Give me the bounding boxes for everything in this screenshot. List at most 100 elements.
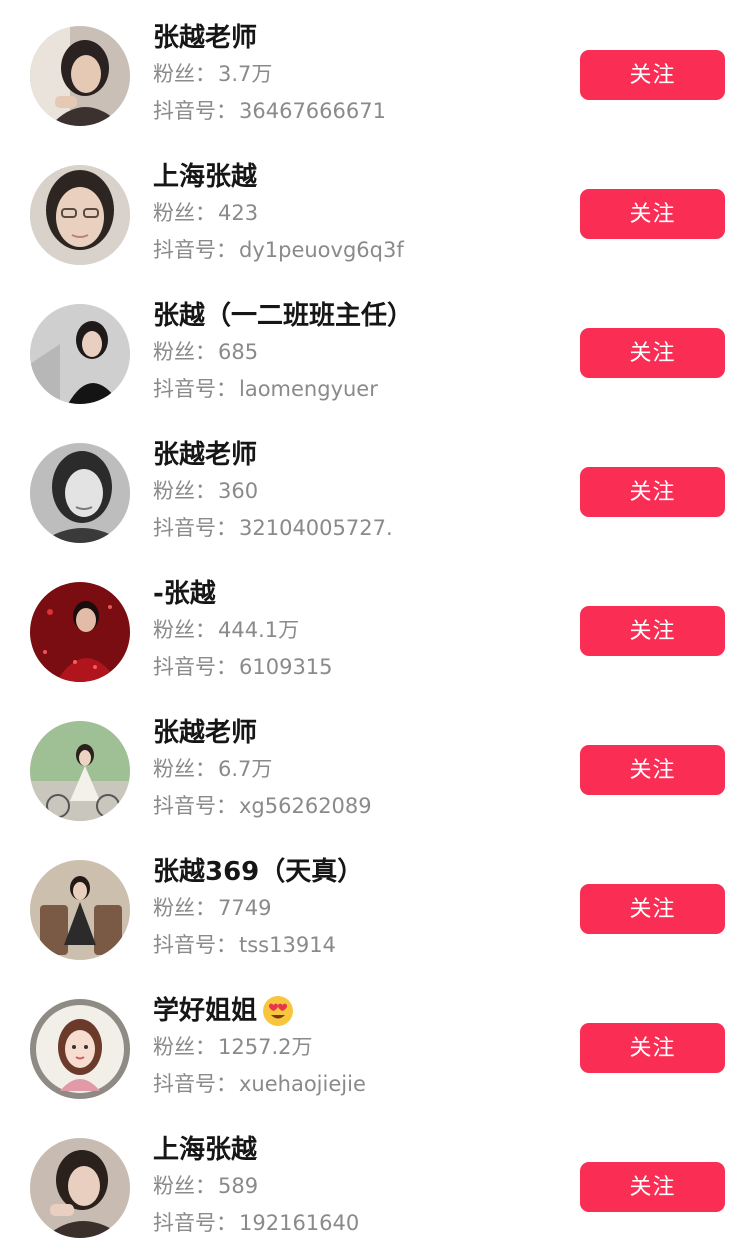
avatar[interactable] — [30, 304, 130, 404]
douyin-id-label: 抖音号： — [153, 1072, 237, 1096]
fans-count: 粉丝：7749 — [153, 890, 553, 927]
fans-value: 6.7万 — [218, 757, 273, 781]
douyin-id: 抖音号：xg56262089 — [153, 788, 553, 825]
user-name: 张越369（天真） — [153, 857, 364, 887]
user-row[interactable]: 张越（一二班班主任） 粉丝：685 抖音号：laomengyuer 关注 — [0, 278, 750, 417]
avatar[interactable] — [30, 582, 130, 682]
woman-selfie-icon — [30, 165, 130, 265]
user-info: -张越 粉丝：444.1万 抖音号：6109315 — [153, 576, 553, 686]
avatar[interactable] — [30, 443, 130, 543]
woman-chair-icon — [30, 860, 130, 960]
douyin-id: 抖音号：32104005727. — [153, 510, 553, 547]
fans-count: 粉丝：685 — [153, 334, 553, 371]
douyin-id-value: 36467666671 — [239, 99, 386, 123]
douyin-id: 抖音号：xuehaojiejie — [153, 1066, 553, 1103]
user-row[interactable]: 张越369（天真） 粉丝：7749 抖音号：tss13914 关注 — [0, 834, 750, 973]
user-name: 张越（一二班班主任） — [153, 301, 414, 331]
avatar[interactable] — [30, 26, 130, 126]
follow-button[interactable]: 关注 — [580, 467, 725, 517]
follow-button[interactable]: 关注 — [580, 1023, 725, 1073]
user-name: 学好姐姐 — [153, 996, 258, 1026]
douyin-id-label: 抖音号： — [153, 377, 237, 401]
douyin-id-value: tss13914 — [239, 933, 336, 957]
fans-label: 粉丝： — [153, 618, 216, 642]
woman-grayscale-icon — [30, 443, 130, 543]
avatar[interactable] — [30, 721, 130, 821]
user-row[interactable]: 学好姐姐 粉丝：1257.2万 抖音号：xuehaojiejie 关注 — [0, 973, 750, 1112]
user-info: 上海张越 粉丝：423 抖音号：dy1peuovg6q3f — [153, 159, 553, 269]
user-name: 张越老师 — [153, 440, 258, 470]
fans-value: 685 — [218, 340, 259, 364]
follow-button[interactable]: 关注 — [580, 328, 725, 378]
douyin-id-label: 抖音号： — [153, 794, 237, 818]
follow-button[interactable]: 关注 — [580, 1162, 725, 1212]
woman-portrait-icon — [30, 26, 130, 126]
cartoon-girl-icon — [30, 999, 130, 1099]
user-row[interactable]: 张越老师 粉丝：3.7万 抖音号：36467666671 关注 — [0, 0, 750, 139]
avatar[interactable] — [30, 999, 130, 1099]
fans-value: 7749 — [218, 896, 272, 920]
douyin-id-value: xuehaojiejie — [239, 1072, 366, 1096]
avatar[interactable] — [30, 165, 130, 265]
fans-label: 粉丝： — [153, 757, 216, 781]
fans-label: 粉丝： — [153, 340, 216, 364]
douyin-id-label: 抖音号： — [153, 99, 237, 123]
user-info: 张越（一二班班主任） 粉丝：685 抖音号：laomengyuer — [153, 298, 553, 408]
fans-count: 粉丝：3.7万 — [153, 56, 553, 93]
woman-resting-icon — [30, 1138, 130, 1238]
avatar[interactable] — [30, 860, 130, 960]
fans-count: 粉丝：423 — [153, 195, 553, 232]
fans-value: 589 — [218, 1174, 259, 1198]
fans-value: 1257.2万 — [218, 1035, 313, 1059]
fans-count: 粉丝：589 — [153, 1168, 553, 1205]
douyin-id-value: 32104005727. — [239, 516, 393, 540]
woman-staircase-icon — [30, 304, 130, 404]
douyin-id-label: 抖音号： — [153, 516, 237, 540]
user-name: 张越老师 — [153, 23, 258, 53]
douyin-id-label: 抖音号： — [153, 933, 237, 957]
user-name: 张越老师 — [153, 718, 258, 748]
user-row[interactable]: 张越老师 粉丝：6.7万 抖音号：xg56262089 关注 — [0, 695, 750, 834]
man-red-backdrop-icon — [30, 582, 130, 682]
woman-bicycle-icon — [30, 721, 130, 821]
heart-eyes-emoji-icon — [263, 996, 294, 1026]
fans-label: 粉丝： — [153, 1174, 216, 1198]
douyin-id-value: 192161640 — [239, 1211, 360, 1235]
user-name-row: 学好姐姐 — [153, 993, 553, 1029]
user-info: 学好姐姐 粉丝：1257.2万 抖音号：xuehaojiejie — [153, 993, 553, 1103]
douyin-id: 抖音号：192161640 — [153, 1205, 553, 1242]
user-row[interactable]: 张越老师 粉丝：360 抖音号：32104005727. 关注 — [0, 417, 750, 556]
user-info: 张越老师 粉丝：3.7万 抖音号：36467666671 — [153, 20, 553, 130]
fans-label: 粉丝： — [153, 201, 216, 225]
follow-button[interactable]: 关注 — [580, 50, 725, 100]
avatar[interactable] — [30, 1138, 130, 1238]
follow-button[interactable]: 关注 — [580, 606, 725, 656]
fans-count: 粉丝：360 — [153, 473, 553, 510]
fans-count: 粉丝：6.7万 — [153, 751, 553, 788]
fans-label: 粉丝： — [153, 896, 216, 920]
douyin-id-label: 抖音号： — [153, 238, 237, 262]
user-info: 张越老师 粉丝：6.7万 抖音号：xg56262089 — [153, 715, 553, 825]
fans-label: 粉丝： — [153, 62, 216, 86]
douyin-id: 抖音号：36467666671 — [153, 93, 553, 130]
douyin-id-value: dy1peuovg6q3f — [239, 238, 404, 262]
user-name: -张越 — [153, 579, 216, 609]
douyin-id-label: 抖音号： — [153, 1211, 237, 1235]
fans-label: 粉丝： — [153, 1035, 216, 1059]
user-row[interactable]: -张越 粉丝：444.1万 抖音号：6109315 关注 — [0, 556, 750, 695]
douyin-id-value: laomengyuer — [239, 377, 378, 401]
user-info: 张越369（天真） 粉丝：7749 抖音号：tss13914 — [153, 854, 553, 964]
user-info: 上海张越 粉丝：589 抖音号：192161640 — [153, 1132, 553, 1242]
douyin-id-value: 6109315 — [239, 655, 333, 679]
fans-value: 444.1万 — [218, 618, 300, 642]
follow-button[interactable]: 关注 — [580, 745, 725, 795]
follow-button[interactable]: 关注 — [580, 189, 725, 239]
user-row[interactable]: 上海张越 粉丝：423 抖音号：dy1peuovg6q3f 关注 — [0, 139, 750, 278]
follow-button[interactable]: 关注 — [580, 884, 725, 934]
user-row[interactable]: 上海张越 粉丝：589 抖音号：192161640 关注 — [0, 1112, 750, 1251]
fans-value: 360 — [218, 479, 259, 503]
fans-label: 粉丝： — [153, 479, 216, 503]
user-search-results: 张越老师 粉丝：3.7万 抖音号：36467666671 关注 上海张越 粉丝：… — [0, 0, 750, 1238]
user-name: 上海张越 — [153, 1135, 258, 1165]
fans-value: 3.7万 — [218, 62, 273, 86]
